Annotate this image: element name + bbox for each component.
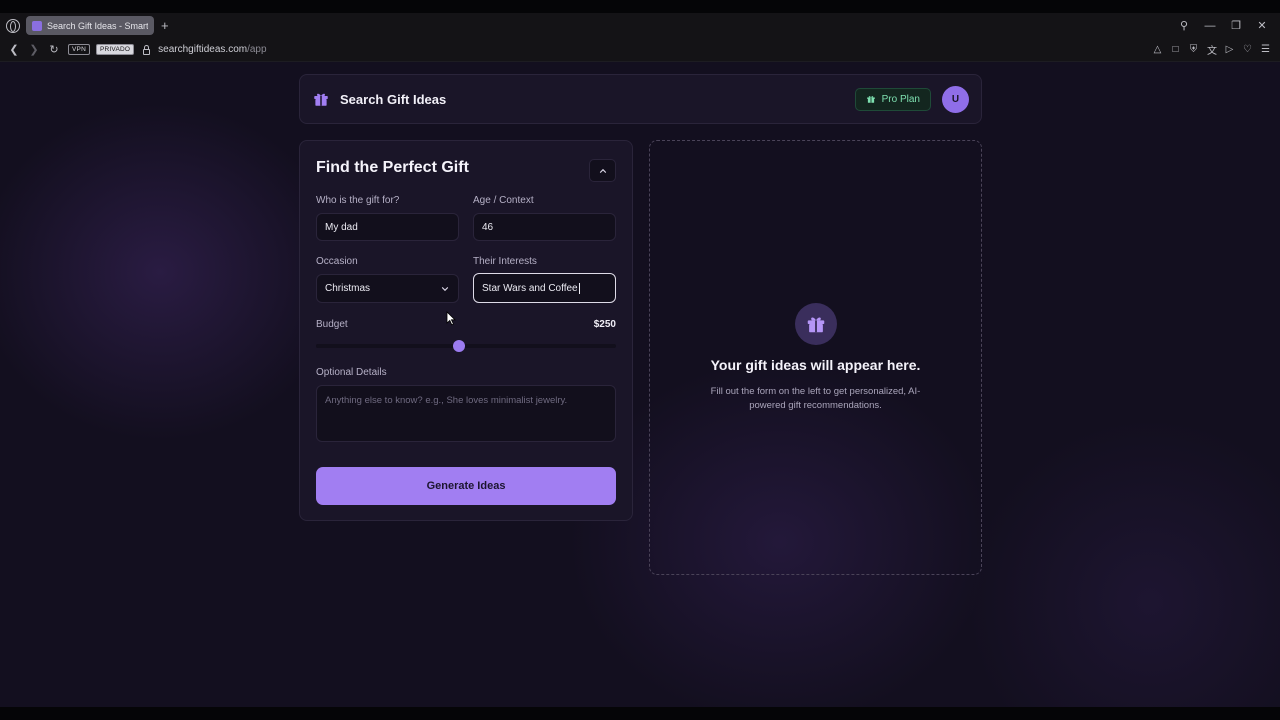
tab-title: Search Gift Ideas - Smart	[47, 20, 148, 31]
gift-icon	[312, 90, 330, 108]
url-path: /app	[247, 44, 267, 55]
collapse-button[interactable]	[589, 159, 616, 182]
send-icon[interactable]: ▷	[1225, 44, 1234, 55]
user-avatar[interactable]: U	[942, 85, 969, 113]
close-icon[interactable]: ✕	[1256, 19, 1268, 32]
budget-slider-thumb[interactable]	[452, 340, 465, 352]
gift-form-card: Find the Perfect Gift Who is the gift fo…	[299, 140, 633, 521]
shield-icon[interactable]: ⛨	[1189, 44, 1198, 55]
details-textarea[interactable]: Anything else to know? e.g., She loves m…	[316, 385, 616, 442]
age-label: Age / Context	[473, 195, 534, 206]
restore-icon[interactable]: ❐	[1230, 19, 1242, 32]
gift-favicon-icon	[32, 20, 42, 31]
chevron-up-icon	[599, 168, 606, 173]
app-header: Search Gift Ideas Pro Plan U	[299, 74, 982, 124]
url-field[interactable]: searchgiftideas.com/app	[158, 44, 266, 55]
occasion-select[interactable]: Christmas	[316, 274, 459, 303]
recipient-value: My dad	[325, 221, 358, 233]
forward-icon[interactable]: ❯	[28, 43, 40, 56]
lock-icon[interactable]	[143, 44, 151, 55]
occasion-value: Christmas	[325, 283, 371, 294]
browser-addressbar: ❮ ❯ ↻ VPN PRIVADO searchgiftideas.com/ap…	[0, 38, 1280, 62]
url-domain: searchgiftideas.com	[158, 44, 248, 55]
heart-icon[interactable]: ♡	[1243, 44, 1252, 55]
private-badge: PRIVADO	[95, 44, 135, 55]
results-panel: Your gift ideas will appear here. Fill o…	[649, 140, 982, 575]
interests-value: Star Wars and Coffee	[482, 282, 578, 294]
menu-icon[interactable]: ☰	[1261, 44, 1270, 55]
browser-tabbar: Search Gift Ideas - Smart + ⚲ — ❐ ✕	[0, 13, 1280, 38]
details-label: Optional Details	[316, 367, 387, 378]
budget-value: $250	[593, 319, 616, 330]
pin-icon[interactable]: △	[1153, 44, 1162, 55]
pro-plan-label: Pro Plan	[881, 93, 920, 105]
app-page: Search Gift Ideas Pro Plan U Find the Pe…	[0, 62, 1280, 707]
vpn-badge[interactable]: VPN	[68, 44, 90, 55]
age-value: 46	[482, 221, 494, 233]
pro-plan-badge[interactable]: Pro Plan	[854, 87, 931, 111]
browser-tab[interactable]: Search Gift Ideas - Smart	[26, 16, 154, 35]
app-title: Search Gift Ideas	[340, 91, 447, 107]
address-bar-icons: △ □ ⛨ 文 ▷ ♡ ☰	[1153, 42, 1270, 57]
window-top-strip	[0, 0, 1280, 13]
recipient-label: Who is the gift for?	[316, 195, 400, 206]
details-placeholder: Anything else to know? e.g., She loves m…	[325, 395, 568, 406]
interests-label: Their Interests	[473, 256, 537, 267]
minimize-icon[interactable]: —	[1204, 20, 1216, 32]
mouse-cursor-icon	[446, 311, 456, 326]
budget-label: Budget	[316, 319, 348, 330]
reload-icon[interactable]: ↻	[48, 43, 60, 56]
snapshot-icon[interactable]: □	[1171, 44, 1180, 55]
gift-icon	[795, 303, 837, 345]
age-input[interactable]: 46	[473, 213, 616, 241]
results-empty-description: Fill out the form on the left to get per…	[710, 386, 921, 411]
window-controls: ⚲ — ❐ ✕	[1178, 19, 1268, 33]
form-title: Find the Perfect Gift	[316, 159, 469, 176]
results-empty-title: Your gift ideas will appear here.	[710, 357, 921, 373]
window-bottom-strip	[0, 707, 1280, 720]
new-tab-button[interactable]: +	[161, 19, 169, 32]
interests-input[interactable]: Star Wars and Coffee	[473, 273, 616, 303]
occasion-label: Occasion	[316, 256, 358, 267]
gift-icon	[866, 96, 875, 103]
search-tabs-icon[interactable]: ⚲	[1178, 19, 1190, 32]
back-icon[interactable]: ❮	[8, 43, 20, 56]
browser-logo-icon[interactable]	[6, 18, 20, 33]
text-caret	[578, 282, 580, 294]
budget-slider-fill	[316, 344, 459, 348]
recipient-input[interactable]: My dad	[316, 213, 459, 241]
budget-slider[interactable]	[316, 340, 616, 352]
generate-ideas-button[interactable]: Generate Ideas	[316, 467, 616, 505]
chevron-down-icon	[440, 284, 450, 294]
translate-icon[interactable]: 文	[1207, 42, 1217, 57]
